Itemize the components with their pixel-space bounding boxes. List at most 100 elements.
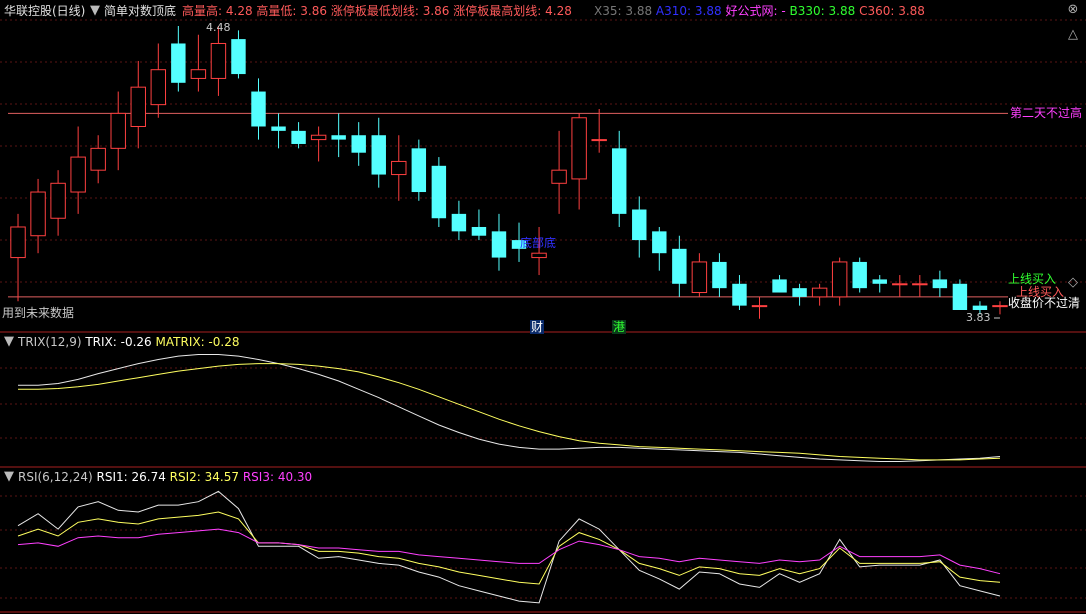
candle (952, 279, 968, 310)
annotation-buy-green: 上线买入 (1008, 272, 1057, 286)
collapse-icon[interactable]: ▼ (88, 4, 102, 18)
candle (992, 301, 1008, 315)
value-number: 3.86 (300, 4, 328, 18)
candle (171, 26, 186, 92)
value-label: 高量高: (182, 4, 223, 18)
candle (50, 170, 66, 236)
candle-body (451, 213, 467, 232)
candle-body (992, 305, 1008, 308)
rsi-collapse-icon[interactable]: ▼ (2, 470, 16, 484)
candle (70, 126, 86, 214)
candle (712, 253, 727, 297)
candle-body (90, 147, 106, 171)
candle-body (811, 287, 828, 298)
rsi-title: RSI(6,12,24) (18, 470, 93, 484)
indicator-name: 简单对数顶底 (104, 4, 177, 18)
candle (571, 113, 587, 210)
candle-body (130, 86, 146, 127)
candle (30, 178, 46, 254)
candle-body (210, 42, 227, 79)
candle-body (691, 261, 708, 294)
candle (190, 34, 207, 92)
candle-body (551, 169, 567, 184)
candle-body (672, 248, 687, 284)
candle-body (852, 261, 867, 289)
candle-body (291, 130, 306, 144)
candle (10, 213, 26, 302)
candle-body (30, 191, 46, 237)
annotation-close-price: 收盘价不过清 (1008, 296, 1081, 310)
candle (491, 213, 507, 271)
candle (371, 117, 386, 188)
candle-body (712, 261, 727, 289)
candle-body (371, 135, 386, 175)
trix-collapse-icon[interactable]: ▼ (2, 335, 16, 349)
candle-body (571, 117, 587, 180)
candle (691, 253, 708, 297)
candle (150, 43, 167, 118)
high-price-label: 4.48 (206, 21, 231, 34)
rsi1-value: RSI1: 26.74 (96, 470, 166, 484)
rsi3-value: RSI3: 40.30 (242, 470, 313, 484)
stock-chart[interactable] (0, 0, 1086, 614)
value-label: C360: (859, 4, 895, 18)
candle-body (491, 231, 507, 258)
candle (271, 113, 286, 149)
candle (471, 209, 487, 241)
candle (551, 130, 567, 214)
candle (872, 275, 887, 293)
candle-body (732, 283, 747, 306)
candle (431, 157, 447, 227)
grid-lines (0, 19, 1086, 599)
candlestick-series (10, 26, 1008, 319)
stock-title: 华联控股(日线) (4, 4, 86, 18)
candle-body (150, 69, 167, 106)
candle-body (772, 279, 787, 293)
candle (391, 135, 407, 201)
trix-title: TRIX(12,9) (18, 335, 82, 349)
candle-body (331, 135, 346, 140)
candle-body (471, 226, 487, 236)
candle-body (231, 39, 246, 75)
badge-cai[interactable]: 财 (530, 320, 545, 334)
candle-body (892, 283, 908, 286)
candle (331, 113, 346, 158)
annotation-second-day: 第二天不过高 (1010, 106, 1083, 120)
candle-body (351, 135, 366, 153)
value-label: A310: (655, 4, 692, 18)
value-number: 3.88 (828, 4, 856, 18)
candle (912, 275, 928, 297)
candle (130, 60, 146, 149)
candle-body (310, 134, 327, 141)
annotation-future-data: 用到未来数据 (2, 306, 75, 320)
candle (831, 257, 848, 306)
value-number: - (781, 4, 786, 18)
candle (411, 139, 427, 201)
down-arrow-icon[interactable]: ◇ (1066, 276, 1080, 290)
candle (231, 30, 246, 79)
candle-body (612, 148, 627, 214)
value-label: 高量低: (256, 4, 297, 18)
up-arrow-icon[interactable]: △ (1066, 28, 1080, 42)
candle (751, 296, 768, 319)
candle-body (10, 226, 26, 259)
annotation-bottom: 底部底 (520, 236, 557, 250)
candle-body (411, 148, 427, 193)
candle (251, 78, 266, 140)
close-icon[interactable]: ⊗ (1066, 3, 1080, 17)
candle-body (792, 288, 807, 297)
matrix-value: MATRIX: -0.28 (155, 335, 240, 349)
value-label: 好公式网: (725, 4, 778, 18)
candle (652, 226, 667, 271)
candle (612, 130, 627, 227)
value-label: 涨停板最低划线: (330, 4, 419, 18)
rsi-series (17, 490, 1001, 604)
candle (591, 109, 607, 153)
low-price-label: 3.83 (966, 311, 991, 324)
badge-gang[interactable]: 港 (612, 320, 627, 334)
candle-body (391, 160, 407, 176)
candle-body (190, 69, 207, 79)
value-number: 4.28 (225, 4, 253, 18)
value-label: 涨停板最高划线: (453, 4, 542, 18)
series-line-rsi1 (17, 490, 1001, 604)
